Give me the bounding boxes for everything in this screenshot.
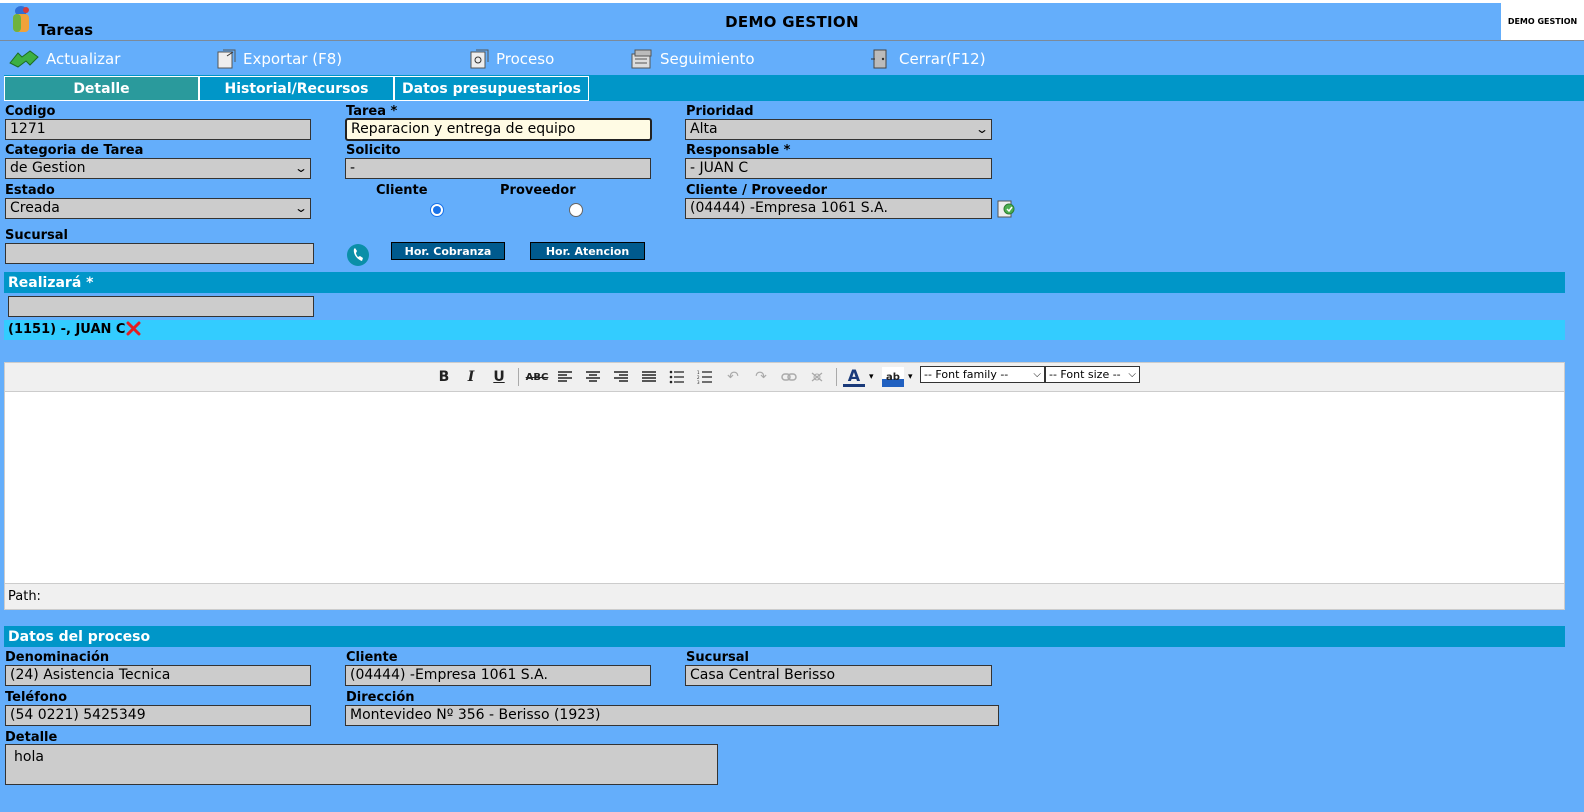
- unlink-icon[interactable]: [806, 367, 828, 387]
- numbered-list-icon[interactable]: 123: [694, 367, 716, 387]
- hor-cobranza-button[interactable]: Hor. Cobranza: [391, 242, 505, 260]
- align-left-icon[interactable]: [554, 367, 576, 387]
- sucursal-field[interactable]: [5, 243, 314, 264]
- text-color-dropdown-icon[interactable]: ▾: [869, 372, 874, 382]
- strikethrough-icon[interactable]: ABC: [526, 367, 549, 387]
- solicito-label: Solicito: [346, 143, 401, 158]
- toolbar-separator: [518, 368, 519, 386]
- chevron-down-icon: ⌄: [293, 161, 309, 175]
- proceso-sucursal-field: Casa Central Berisso: [685, 665, 992, 686]
- codigo-label: Codigo: [5, 104, 56, 119]
- editor-path: Path:: [4, 583, 1565, 610]
- chevron-down-icon: ⌵: [1128, 369, 1136, 380]
- proveedor-radio[interactable]: [569, 203, 583, 217]
- categoria-select[interactable]: de Gestion ⌄: [5, 158, 311, 179]
- telefono-label: Teléfono: [5, 690, 68, 705]
- font-size-select[interactable]: -- Font size -- ⌵: [1045, 366, 1140, 383]
- exportar-label: Exportar (F8): [243, 50, 343, 68]
- estado-label: Estado: [5, 183, 55, 198]
- close-door-icon: [871, 49, 887, 69]
- link-icon[interactable]: [778, 367, 800, 387]
- company-logo: DEMO GESTION: [1501, 3, 1584, 40]
- actualizar-label: Actualizar: [46, 50, 121, 68]
- font-family-select[interactable]: -- Font family -- ⌵: [920, 366, 1045, 383]
- rich-text-editor[interactable]: [4, 391, 1565, 584]
- estado-select[interactable]: Creada ⌄: [5, 198, 311, 219]
- font-family-value: -- Font family --: [924, 368, 1009, 381]
- tab-historial-recursos[interactable]: Historial/Recursos: [199, 76, 394, 101]
- bold-icon[interactable]: B: [433, 367, 455, 387]
- underline-icon[interactable]: U: [488, 367, 510, 387]
- denominacion-field: (24) Asistencia Tecnica: [5, 665, 311, 686]
- chevron-down-icon: ⌵: [1033, 369, 1041, 380]
- cliente-radio[interactable]: [430, 203, 444, 217]
- proceso-header: Datos del proceso: [4, 626, 1565, 647]
- italic-icon[interactable]: I: [460, 367, 482, 387]
- cerrar-button[interactable]: Cerrar(F12): [869, 48, 986, 70]
- denominacion-label: Denominación: [5, 650, 110, 665]
- cerrar-label: Cerrar(F12): [899, 50, 986, 68]
- prioridad-label: Prioridad: [686, 104, 754, 119]
- assignee-row: [4, 320, 1565, 340]
- search-client-icon[interactable]: [995, 198, 1017, 224]
- tracking-icon: [631, 49, 652, 69]
- proceso-cliente-label: Cliente: [346, 650, 398, 665]
- detalle-field: hola: [5, 744, 718, 785]
- undo-icon[interactable]: ↶: [722, 367, 744, 387]
- remove-assignee-icon[interactable]: [126, 321, 141, 340]
- text-color-icon[interactable]: A: [843, 366, 865, 387]
- proceso-sucursal-label: Sucursal: [686, 650, 749, 665]
- export-icon: [217, 49, 236, 69]
- prioridad-select[interactable]: Alta ⌄: [685, 119, 992, 140]
- prioridad-value: Alta: [690, 121, 718, 137]
- highlight-color-icon[interactable]: ab: [882, 367, 904, 387]
- direccion-field: Montevideo Nº 356 - Berisso (1923): [345, 705, 999, 726]
- highlight-dropdown-icon[interactable]: ▾: [908, 372, 913, 382]
- sucursal-label: Sucursal: [5, 228, 68, 243]
- svg-text:3: 3: [697, 380, 700, 384]
- hor-atencion-button[interactable]: Hor. Atencion: [530, 242, 645, 260]
- categoria-value: de Gestion: [10, 160, 86, 176]
- realizara-header: Realizará *: [4, 272, 1565, 293]
- tarea-input[interactable]: Reparacion y entrega de equipo: [345, 118, 652, 141]
- redo-icon[interactable]: ↷: [750, 367, 772, 387]
- chevron-down-icon: ⌄: [293, 201, 309, 215]
- align-center-icon[interactable]: [582, 367, 604, 387]
- codigo-field[interactable]: 1271: [5, 119, 311, 140]
- proceso-cliente-field: (04444) -Empresa 1061 S.A.: [345, 665, 651, 686]
- proceso-label: Proceso: [496, 50, 555, 68]
- exportar-button[interactable]: Exportar (F8): [215, 48, 342, 70]
- align-justify-icon[interactable]: [638, 367, 660, 387]
- actualizar-button[interactable]: Actualizar: [8, 48, 120, 70]
- proceso-button[interactable]: Proceso: [468, 48, 554, 70]
- toolbar-separator: [836, 368, 837, 386]
- estado-value: Creada: [10, 200, 60, 216]
- direccion-label: Dirección: [346, 690, 415, 705]
- seguimiento-label: Seguimiento: [660, 50, 755, 68]
- cliente-proveedor-field[interactable]: (04444) -Empresa 1061 S.A.: [685, 198, 992, 219]
- cliente-proveedor-label: Cliente / Proveedor: [686, 183, 827, 198]
- align-right-icon[interactable]: [610, 367, 632, 387]
- process-icon: [470, 49, 489, 69]
- font-size-value: -- Font size --: [1049, 368, 1121, 381]
- tarea-label: Tarea *: [346, 104, 398, 119]
- responsable-label: Responsable *: [686, 143, 791, 158]
- responsable-field[interactable]: - JUAN C: [685, 158, 992, 179]
- chevron-down-icon: ⌄: [974, 122, 990, 136]
- seguimiento-button[interactable]: Seguimiento: [630, 48, 755, 70]
- cliente-radio-label: Cliente: [376, 183, 428, 198]
- brand-title: DEMO GESTION: [725, 13, 859, 31]
- assignee-label: (1151) -, JUAN C: [8, 322, 126, 337]
- proveedor-radio-label: Proveedor: [500, 183, 576, 198]
- solicito-field[interactable]: -: [345, 158, 651, 179]
- refresh-icon: [9, 50, 39, 68]
- tab-detalle[interactable]: Detalle: [4, 76, 199, 101]
- bullet-list-icon[interactable]: [666, 367, 688, 387]
- realizara-input[interactable]: [8, 296, 314, 317]
- tab-datos-presupuestarios[interactable]: Datos presupuestarios: [394, 76, 589, 101]
- categoria-label: Categoria de Tarea: [5, 143, 144, 158]
- telefono-field: (54 0221) 5425349: [5, 705, 311, 726]
- detalle-label: Detalle: [5, 730, 58, 745]
- phone-icon[interactable]: [346, 243, 370, 271]
